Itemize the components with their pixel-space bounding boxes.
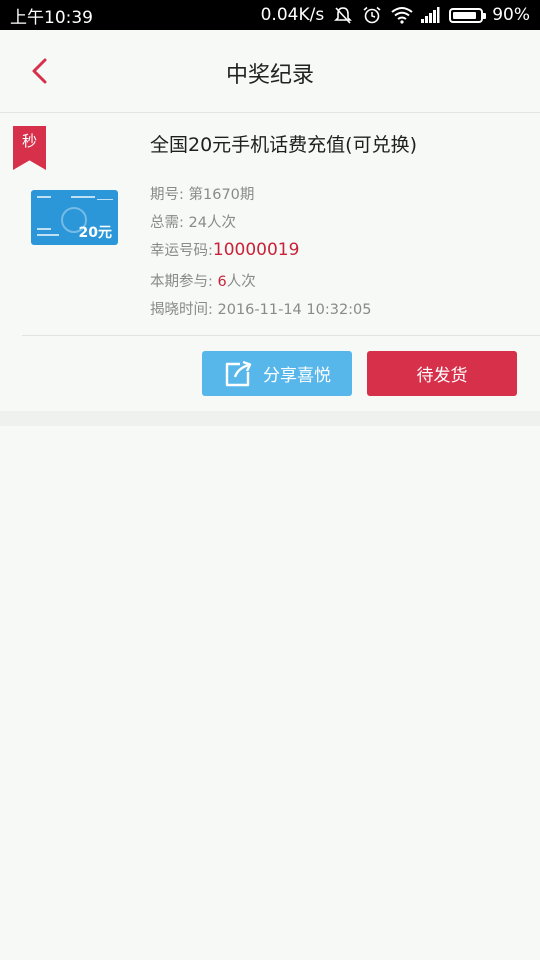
wifi-icon	[391, 6, 413, 24]
product-title[interactable]: 全国20元手机话费充值(可兑换)	[150, 130, 417, 157]
signal-icon	[420, 6, 440, 24]
pending-shipment-button[interactable]: 待发货	[367, 351, 517, 396]
thumb-amount: 20元	[78, 225, 112, 241]
thumb-text-line	[37, 228, 51, 230]
thumb-text-line	[37, 234, 59, 236]
joined-unit: 人次	[226, 274, 256, 290]
reveal-time: 2016-11-14 10:32:05	[217, 302, 372, 318]
reveal-time-row: 揭晓时间: 2016-11-14 10:32:05	[150, 298, 372, 319]
product-image[interactable]: 20元	[31, 190, 118, 245]
lucky-label: 幸运号码:	[150, 243, 213, 259]
alarm-icon	[362, 6, 382, 24]
thumb-text-line	[71, 196, 95, 198]
lucky-number: 10000019	[212, 240, 300, 260]
joined-row: 本期参与: 6人次	[150, 270, 256, 291]
joined-label: 本期参与:	[150, 274, 213, 290]
status-icons: 0.04K/s 90%	[261, 5, 530, 25]
pending-shipment-label: 待发货	[416, 366, 468, 386]
battery-percent: 90%	[492, 5, 530, 25]
share-button[interactable]: 分享喜悦	[202, 351, 352, 396]
period-label: 期号:	[150, 187, 184, 203]
page-title: 中奖纪录	[225, 63, 314, 88]
app-header: 中奖纪录	[0, 30, 540, 113]
joined-count: 6	[217, 274, 227, 290]
net-speed: 0.04K/s	[260, 5, 325, 25]
mute-icon	[333, 6, 353, 24]
thumb-text-line	[97, 199, 113, 200]
period-row: 期号: 第1670期	[150, 183, 254, 204]
battery-icon	[449, 7, 487, 23]
seckill-tag: 秒	[13, 126, 46, 170]
status-time: 上午10:39	[10, 7, 93, 28]
period-value: 第1670期	[188, 187, 255, 203]
total-label: 总需:	[150, 215, 184, 231]
share-icon	[225, 360, 252, 386]
reveal-label: 揭晓时间:	[150, 302, 213, 318]
status-bar: 上午10:39 0.04K/s 90%	[0, 0, 540, 30]
thumb-text-line	[37, 196, 51, 198]
total-value: 24人次	[188, 215, 236, 231]
lucky-number-row: 幸运号码:10000019	[150, 239, 299, 260]
share-label: 分享喜悦	[263, 366, 331, 386]
section-divider	[0, 411, 540, 426]
win-record-card: 秒 全国20元手机话费充值(可兑换) 20元 期号: 第1670期 总需: 24…	[0, 113, 540, 411]
total-row: 总需: 24人次	[150, 211, 236, 232]
divider	[22, 335, 540, 336]
